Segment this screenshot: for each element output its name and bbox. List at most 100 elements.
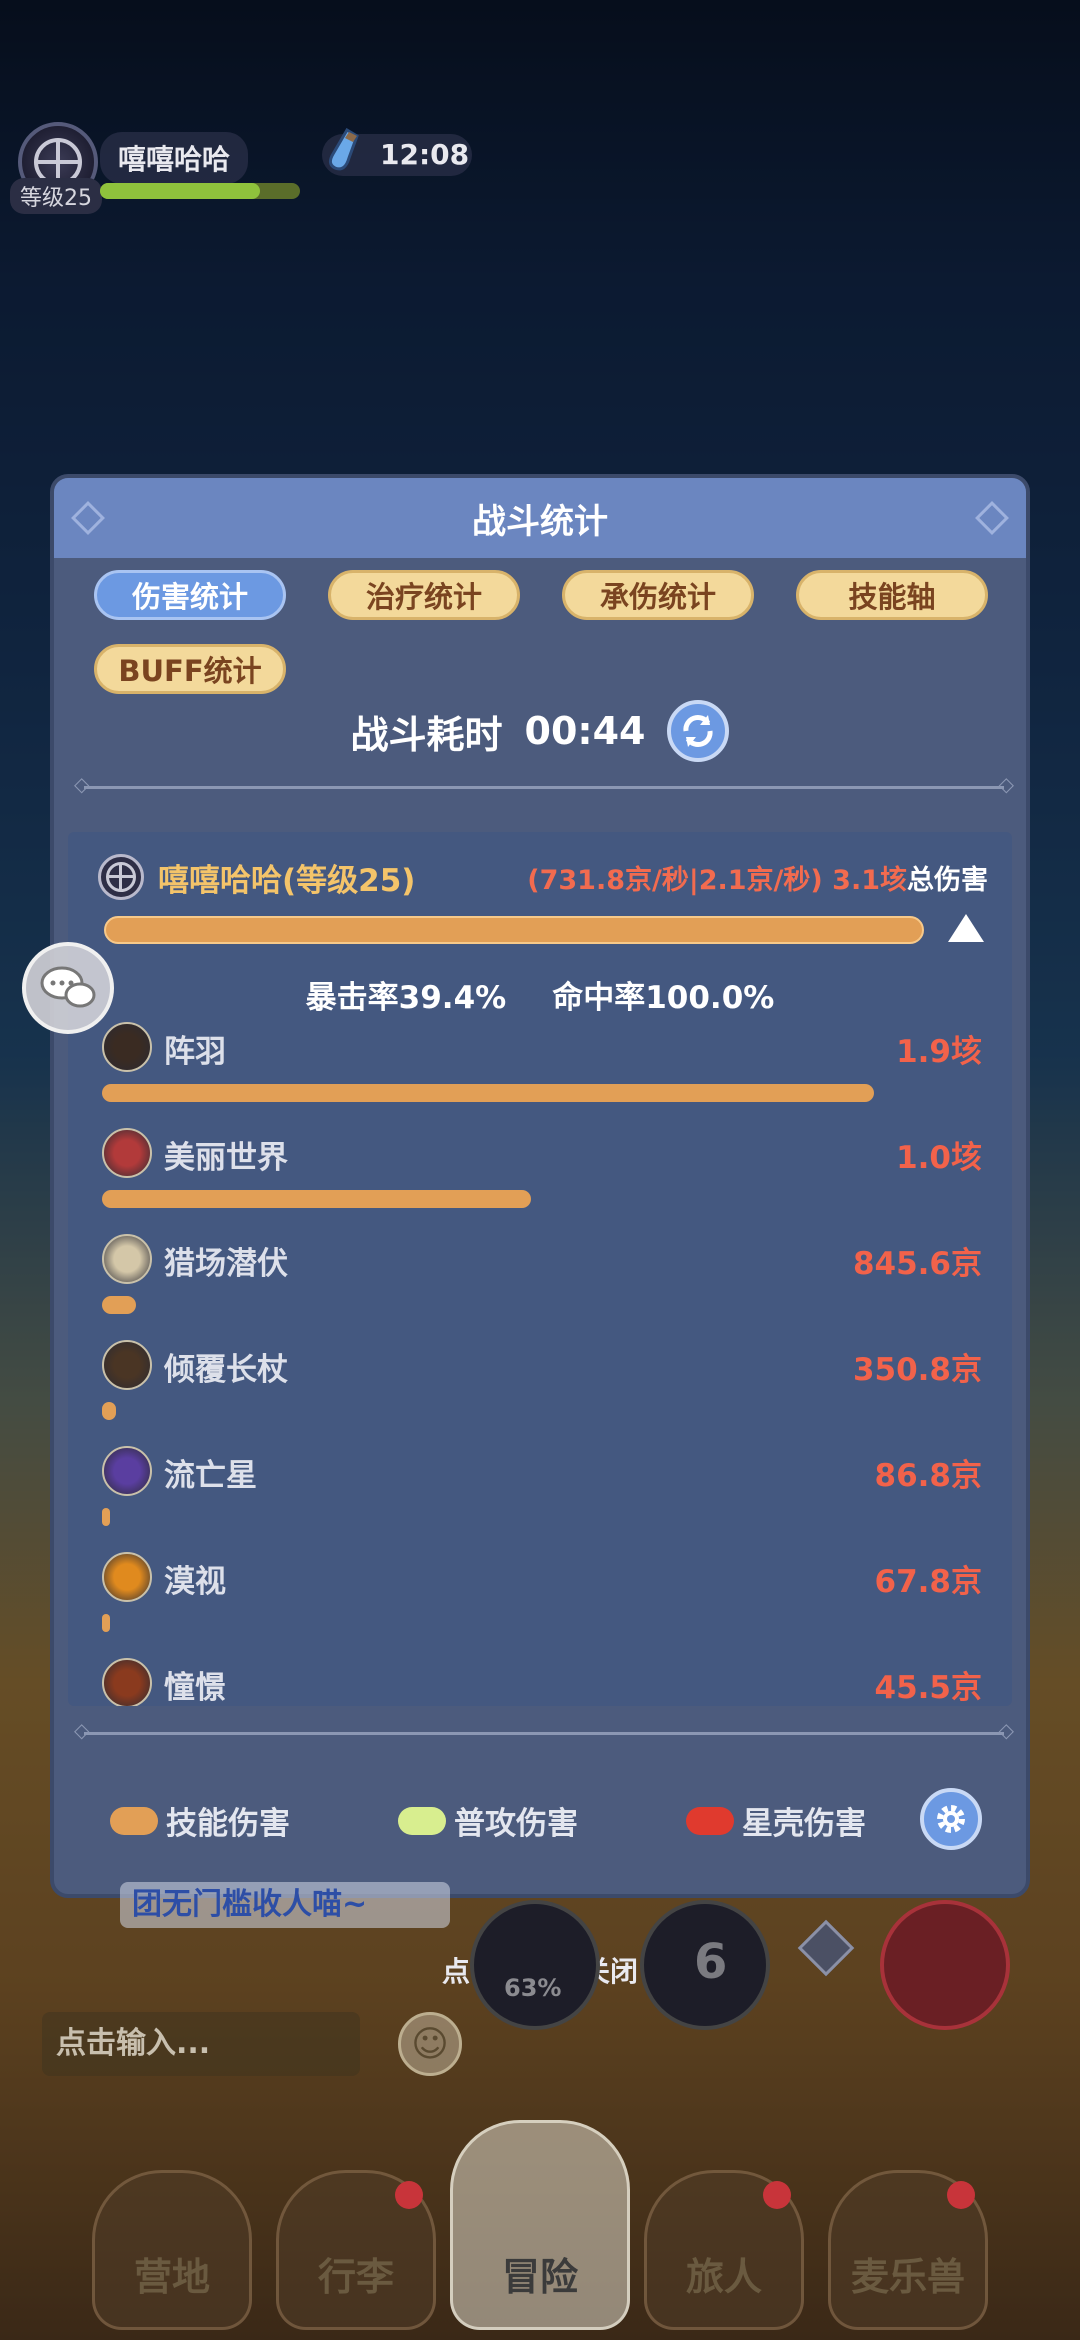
collapse-triangle-icon[interactable]	[948, 914, 984, 942]
cross-emblem-icon	[106, 862, 136, 892]
nav-label: 营地	[133, 2255, 210, 2299]
skill-name: 倾覆长杖	[164, 1352, 288, 1388]
skill-name: 美丽世界	[164, 1140, 288, 1176]
feather-mask-icon	[102, 1022, 152, 1072]
chat-button[interactable]	[22, 942, 114, 1034]
notification-dot-icon	[395, 2181, 423, 2209]
panel-title: 战斗统计	[472, 501, 608, 542]
skill-row: 阵羽 1.9垓	[102, 1022, 982, 1112]
legend-swatch	[686, 1806, 734, 1835]
skill-row: 流亡星 86.8京	[102, 1446, 982, 1536]
notification-dot-icon	[947, 2181, 975, 2209]
skill-damage-bar	[102, 1296, 136, 1314]
nav-label: 行李	[317, 2255, 394, 2299]
divider	[74, 772, 1014, 796]
skill-damage-bar	[102, 1508, 110, 1526]
tab-damage[interactable]: 伤害统计	[94, 570, 286, 620]
tab-healing[interactable]: 治疗统计	[328, 570, 520, 620]
smile-icon: ☺	[411, 2023, 449, 2065]
skill-damage-bar	[102, 1402, 116, 1420]
chat-input[interactable]: 点击输入...	[42, 2012, 360, 2076]
notification-dot-icon	[763, 2181, 791, 2209]
battle-duration: 战斗耗时 00:44	[54, 700, 1026, 762]
total-damage-label: 总伤害	[907, 864, 988, 896]
orange-rings-icon	[102, 1552, 152, 1602]
tab-damage-taken[interactable]: 承伤统计	[562, 570, 754, 620]
skill-slot-3[interactable]	[880, 1900, 1010, 2030]
exp-bar	[100, 183, 300, 199]
skill-slot-1[interactable]: 63%	[470, 1900, 600, 2030]
gear-icon	[937, 1805, 965, 1833]
skill-damage-value: 1.0垓	[896, 1140, 982, 1176]
wolf-icon	[102, 1234, 152, 1284]
skill-damage-value: 86.8京	[874, 1458, 983, 1494]
nav-label: 冒险	[501, 2255, 578, 2299]
legend-swatch	[398, 1806, 446, 1835]
duration-label: 战斗耗时	[350, 712, 503, 757]
refresh-button[interactable]	[667, 700, 730, 762]
skill-row: 猎场潜伏 845.6京	[102, 1234, 982, 1324]
skill-name: 漠视	[164, 1564, 226, 1600]
nav-adventure[interactable]: 冒险	[450, 2120, 630, 2330]
diamond-ornament-icon	[71, 501, 105, 535]
skill-damage-value: 350.8京	[852, 1352, 982, 1388]
hit-rate: 命中率100.0%	[552, 980, 775, 1016]
rates-row: 暴击率39.4% 命中率100.0%	[68, 972, 1012, 1017]
duration-value: 00:44	[524, 709, 646, 753]
divider	[74, 1718, 1014, 1742]
nav-traveler[interactable]: 旅人	[644, 2170, 804, 2330]
legend-normal-attack-damage: 普攻伤害	[398, 1798, 578, 1843]
skill-slot-2[interactable]: 6	[640, 1900, 770, 2030]
nav-camp[interactable]: 营地	[92, 2170, 252, 2330]
skill-damage-value: 1.9垓	[896, 1034, 982, 1070]
skill-row: 漠视 67.8京	[102, 1552, 982, 1642]
skill-damage-bar	[102, 1614, 110, 1632]
legend-label: 技能伤害	[166, 1806, 290, 1842]
legend-label: 星壳伤害	[742, 1806, 866, 1842]
player-summary-name: 嘻嘻哈哈(等级25)	[158, 862, 416, 899]
legend-star-shell-damage: 星壳伤害	[686, 1798, 866, 1843]
battle-stats-panel: 战斗统计 伤害统计 治疗统计 承伤统计 技能轴 BUFF统计 战斗耗时 00:4…	[50, 474, 1030, 1898]
skill-damage-value: 67.8京	[874, 1564, 983, 1600]
player-damage-bar	[104, 916, 924, 944]
tab-skill-timeline[interactable]: 技能轴	[796, 570, 988, 620]
refresh-icon	[683, 715, 714, 747]
tab-buff[interactable]: BUFF统计	[94, 644, 286, 694]
panel-header: 战斗统计	[54, 478, 1026, 558]
damage-stats-list[interactable]: 嘻嘻哈哈(等级25) (731.8京/秒|2.1京/秒) 3.1垓 总伤害 暴击…	[68, 832, 1012, 1706]
skill-damage-value: 845.6京	[852, 1246, 982, 1282]
nav-pets[interactable]: 麦乐兽	[828, 2170, 988, 2330]
skill-row: 美丽世界 1.0垓	[102, 1128, 982, 1218]
legend-skill-damage: 技能伤害	[110, 1798, 290, 1843]
guild-notice: 团无门槛收人喵~	[120, 1882, 450, 1928]
skill-name: 阵羽	[164, 1034, 226, 1070]
diamond-ornament-icon	[975, 501, 1009, 535]
player-summary-row: 嘻嘻哈哈(等级25) (731.8京/秒|2.1京/秒) 3.1垓 总伤害	[98, 852, 988, 902]
skill-name: 流亡星	[164, 1458, 257, 1494]
nav-label: 旅人	[685, 2255, 762, 2299]
skill-damage-bar	[102, 1190, 531, 1208]
skill-damage-value: 45.5京	[874, 1670, 983, 1706]
skill-row: 憧憬 45.5京	[102, 1658, 982, 1706]
emoji-button[interactable]: ☺	[398, 2012, 462, 2076]
chat-bubble-icon	[40, 966, 96, 1008]
player-level-badge: 等级25	[10, 178, 102, 214]
skill-row: 倾覆长杖 350.8京	[102, 1340, 982, 1430]
skill-name: 猎场潜伏	[164, 1246, 288, 1282]
settings-button[interactable]	[920, 1788, 982, 1850]
player-name: 嘻嘻哈哈	[100, 132, 249, 184]
red-hair-girl-icon	[102, 1128, 152, 1178]
fist-icon	[102, 1340, 152, 1390]
purple-flower-icon	[102, 1446, 152, 1496]
bottom-nav: 营地 行李 冒险 旅人 麦乐兽	[0, 2110, 1080, 2340]
nav-label: 麦乐兽	[850, 2255, 965, 2299]
damage-legend: 技能伤害 普攻伤害 星壳伤害	[54, 1788, 1026, 1850]
legend-label: 普攻伤害	[454, 1806, 578, 1842]
cooldown-percent: 63%	[504, 1974, 562, 2002]
crit-rate: 暴击率39.4%	[305, 980, 507, 1016]
helmet-icon	[102, 1658, 152, 1706]
skill-name: 憧憬	[164, 1670, 226, 1706]
nav-luggage[interactable]: 行李	[276, 2170, 436, 2330]
player-small-avatar	[98, 854, 144, 900]
potion-drop-icon	[328, 128, 359, 171]
